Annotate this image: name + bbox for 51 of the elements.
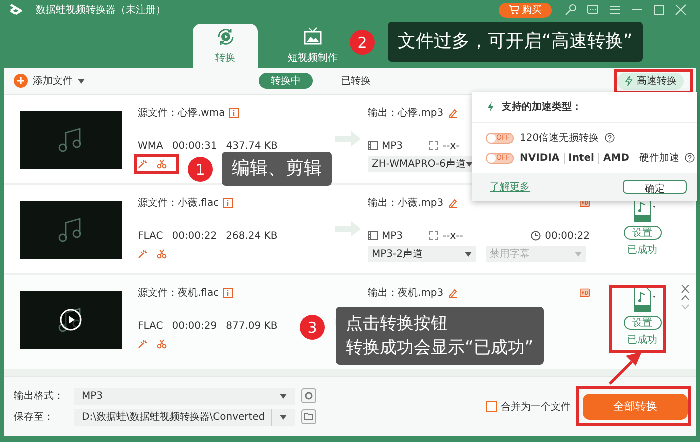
source-file-name: 源文件：夜机.flac: [138, 286, 220, 300]
output-file-name: 输出：心悸.mp3: [368, 106, 444, 120]
file-size: 877.09 KB: [226, 320, 278, 332]
output-format-field[interactable]: MP3: [74, 388, 295, 404]
brand-label: Intel: [564, 152, 598, 164]
output-format-label: 输出格式：: [14, 390, 65, 403]
audio-dropdown[interactable]: MP3-2声道: [368, 246, 476, 262]
callout-text: 点击转换按钮 转换成功会显示“已成功”: [336, 307, 544, 365]
option-label: 120倍速无损转换: [520, 132, 600, 145]
buy-button[interactable]: 购买: [499, 2, 552, 18]
source-format: WMA: [138, 140, 164, 152]
output-file-name: 输出：夜机.mp3: [368, 286, 444, 300]
source-duration: 00:00:31: [172, 140, 218, 152]
convert-all-button[interactable]: 全部转换: [583, 394, 688, 420]
brand-label: NVIDIA: [520, 152, 561, 164]
callout-text: 编辑、剪辑: [222, 152, 332, 186]
learn-more-link[interactable]: 了解更多: [490, 180, 530, 194]
tab[interactable]: 短视频制作: [280, 24, 346, 68]
source-duration: 00:00:22: [172, 230, 218, 242]
source-file-name: 源文件：小薇.flac: [138, 196, 220, 210]
settings-button[interactable]: 设置: [624, 316, 662, 330]
file-size: 268.24 KB: [226, 230, 278, 242]
settings-button[interactable]: 设置: [624, 226, 662, 240]
save-to-label: 保存至：: [14, 411, 55, 424]
option-label: 硬件加速: [639, 152, 680, 165]
output-duration: 00:00:22: [545, 230, 590, 242]
source-format: FLAC: [138, 230, 164, 242]
speed-convert-button[interactable]: 高速转换: [617, 72, 684, 90]
output-format: MP3: [382, 230, 404, 242]
output-file-name: 输出：小薇.mp3: [368, 196, 444, 210]
add-file-button[interactable]: 添加文件: [14, 74, 85, 88]
source-duration: 00:00:29: [172, 320, 218, 332]
confirm-button[interactable]: 确定: [623, 180, 687, 194]
popup-title: 支持的加速类型：: [502, 100, 582, 114]
status-text: 已成功: [628, 244, 658, 257]
file-size: 437.74 KB: [226, 140, 278, 152]
callout-text: 文件过多，可开启“高速转换”: [388, 22, 643, 62]
queue-tab[interactable]: 已转换: [329, 73, 383, 89]
merge-label: 合并为一个文件: [501, 400, 571, 414]
step-badge: 2: [350, 30, 375, 55]
window-title: 数据蛙视频转换器（未注册）: [36, 4, 166, 17]
output-format: MP3: [382, 140, 404, 152]
status-text: 已成功: [628, 334, 658, 347]
queue-tab[interactable]: 转换中: [259, 73, 313, 89]
tab[interactable]: 转换: [193, 24, 258, 68]
brand-label: AMD: [598, 152, 634, 164]
source-file-name: 源文件：心悸.wma: [138, 106, 226, 120]
resolution: --x-: [443, 140, 460, 152]
save-path-field[interactable]: D:\数据蛙\数据蛙视频转换器\Converted: [74, 408, 295, 426]
resolution: --x--: [443, 230, 464, 242]
source-format: FLAC: [138, 320, 164, 332]
